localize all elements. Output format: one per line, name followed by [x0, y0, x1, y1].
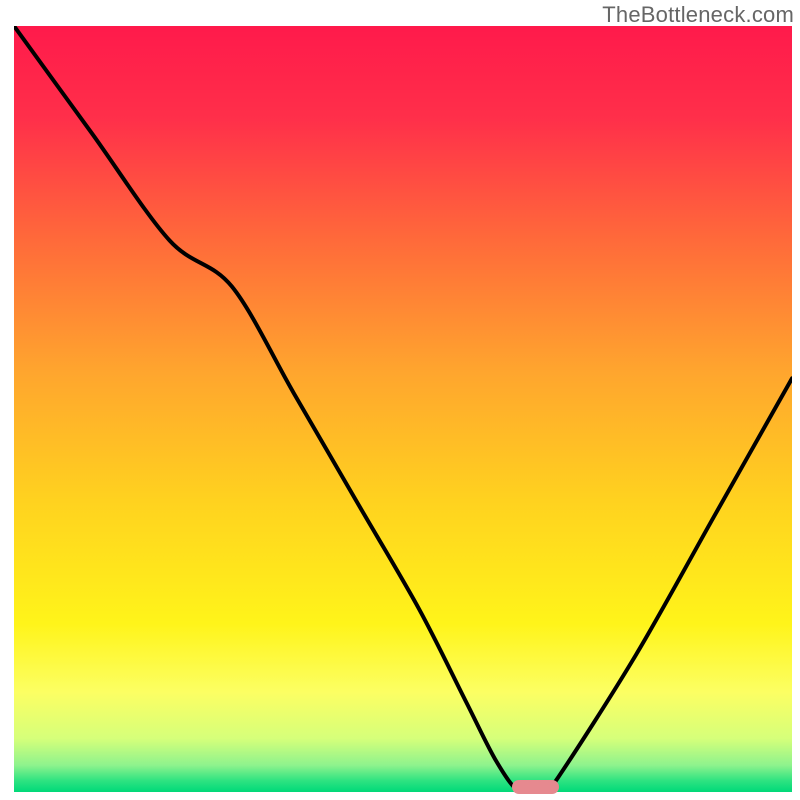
chart-stage: TheBottleneck.com [0, 0, 800, 800]
bottleneck-chart-svg [14, 26, 792, 792]
chart-surface [14, 26, 792, 792]
optimum-marker [512, 780, 559, 794]
watermark-text: TheBottleneck.com [602, 2, 794, 28]
chart-background-gradient [14, 26, 792, 792]
